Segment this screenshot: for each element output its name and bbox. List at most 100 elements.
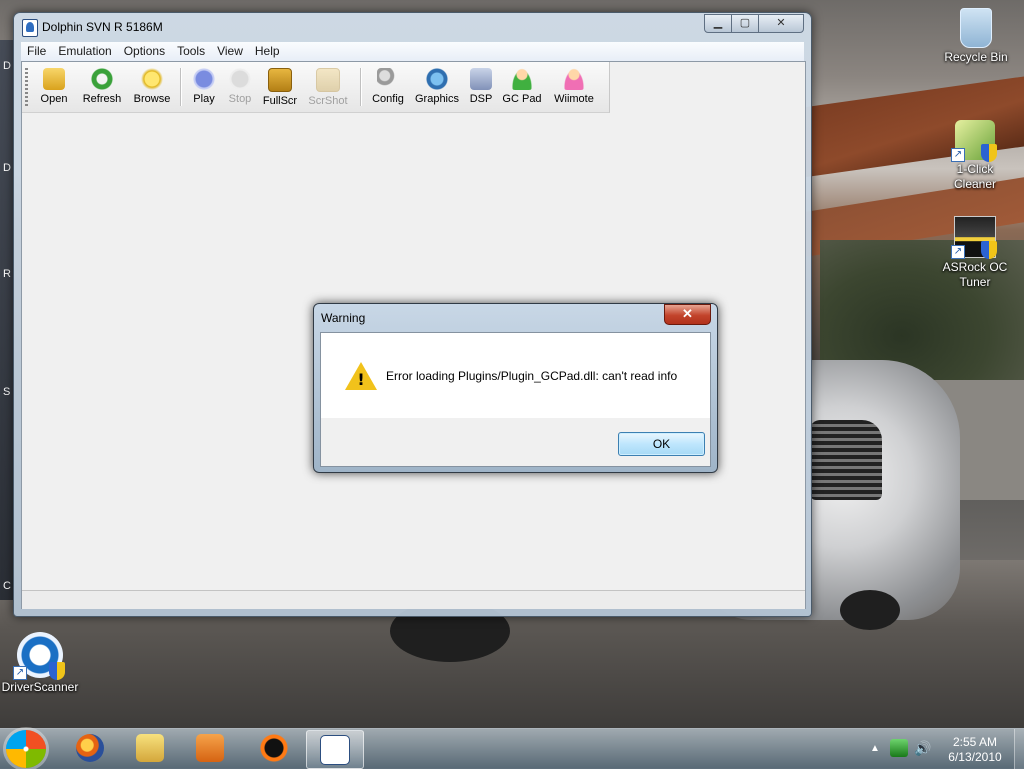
taskbar-firefox[interactable]: [62, 730, 118, 767]
edge-letter: S: [3, 386, 11, 398]
desktop-icon-asrock-oc-tuner[interactable]: ↗ ASRock OC Tuner: [935, 216, 1015, 290]
minimize-button[interactable]: ▁: [704, 14, 732, 33]
background-window-edge: D D R S C: [0, 40, 13, 600]
menu-view[interactable]: View: [211, 42, 249, 60]
toolbar-dsp-button[interactable]: DSP: [466, 68, 496, 105]
toolbar: Open Refresh Browse Play Stop FullScr Sc…: [22, 62, 610, 113]
screenshot-icon: [316, 68, 340, 92]
taskbar-half-life[interactable]: [246, 730, 302, 767]
volume-tray-icon[interactable]: 🔊: [914, 739, 932, 757]
toolbar-label: Refresh: [82, 93, 122, 105]
toolbar-grip[interactable]: [25, 68, 28, 106]
menu-file[interactable]: File: [21, 42, 52, 60]
warning-exclamation: !: [357, 370, 365, 389]
fullscreen-icon: [268, 68, 292, 92]
wallpaper-car-grille: [810, 420, 882, 500]
toolbar-separator: [180, 68, 182, 106]
desktop-icon-recycle-bin[interactable]: Recycle Bin: [936, 8, 1016, 65]
tray-show-hidden-button[interactable]: ▲: [870, 743, 880, 754]
menu-help[interactable]: Help: [249, 42, 286, 60]
desktop-icon-label: DriverScanner: [1, 680, 79, 694]
dialog-close-button[interactable]: ✕: [664, 304, 711, 325]
toolbar-label: FullScr: [262, 95, 298, 107]
graphics-icon: [426, 68, 448, 90]
edge-letter: D: [3, 162, 11, 174]
toolbar-label: Browse: [133, 93, 171, 105]
dolphin-app-icon[interactable]: [22, 19, 38, 37]
warning-dialog[interactable]: Warning ✕ ! Error loading Plugins/Plugin…: [313, 303, 718, 473]
recycle-bin-icon: [960, 8, 992, 48]
ok-button[interactable]: OK: [618, 432, 705, 456]
taskbar-media-player[interactable]: [182, 730, 238, 767]
stop-icon: [229, 68, 251, 90]
play-icon: [193, 68, 215, 90]
toolbar-label: GC Pad: [502, 93, 542, 105]
half-life-icon: [260, 734, 288, 762]
toolbar-gc-pad-button[interactable]: GC Pad: [502, 68, 542, 105]
desktop-icon-1-click-cleaner[interactable]: ↗ 1-Click Cleaner: [935, 120, 1015, 192]
uac-shield-icon: [981, 241, 997, 259]
dialog-body: ! Error loading Plugins/Plugin_GCPad.dll…: [320, 332, 711, 467]
maximize-button[interactable]: ▢: [731, 14, 759, 33]
toolbar-scrshot-button[interactable]: ScrShot: [306, 68, 350, 107]
status-bar: [22, 590, 805, 609]
star-icon: [141, 68, 163, 90]
clock-time: 2:55 AM: [952, 735, 998, 749]
toolbar-fullscr-button[interactable]: FullScr: [260, 68, 300, 107]
toolbar-label: Graphics: [414, 93, 460, 105]
edge-letter: R: [3, 268, 11, 280]
wrench-icon: [377, 68, 399, 90]
toolbar-label: Play: [193, 93, 215, 105]
taskbar-clock[interactable]: 2:55 AM 6/13/2010: [940, 735, 1010, 765]
desktop-icon-label: ASRock OC Tuner: [942, 260, 1008, 289]
dialog-title: Warning: [321, 311, 366, 325]
toolbar-config-button[interactable]: Config: [366, 68, 410, 105]
toolbar-play-button[interactable]: Play: [188, 68, 220, 105]
firefox-icon: [76, 734, 104, 762]
shortcut-arrow-icon: ↗: [951, 148, 965, 162]
toolbar-stop-button[interactable]: Stop: [224, 68, 256, 105]
window-titlebar[interactable]: Dolphin SVN R 5186M ▁ ▢ ✕: [14, 13, 811, 41]
toolbar-label: Stop: [228, 93, 252, 105]
taskbar-explorer[interactable]: [122, 730, 178, 767]
asrock-icon: ↗: [951, 216, 997, 259]
edge-letter: C: [3, 580, 11, 592]
shortcut-arrow-icon: ↗: [13, 666, 27, 680]
dialog-message: Error loading Plugins/Plugin_GCPad.dll: …: [386, 369, 678, 383]
refresh-icon: [91, 68, 113, 90]
start-button[interactable]: [6, 730, 46, 768]
dialog-message-area: ! Error loading Plugins/Plugin_GCPad.dll…: [321, 333, 710, 418]
menu-emulation[interactable]: Emulation: [52, 42, 117, 60]
toolbar-label: DSP: [469, 93, 493, 105]
toolbar-refresh-button[interactable]: Refresh: [80, 68, 124, 105]
desktop-icon-driverscanner[interactable]: ↗ DriverScanner: [0, 632, 80, 695]
gc-pad-icon: [511, 68, 533, 90]
shortcut-arrow-icon: ↗: [951, 245, 965, 259]
menu-tools[interactable]: Tools: [171, 42, 211, 60]
toolbar-graphics-button[interactable]: Graphics: [414, 68, 460, 105]
wallpaper-tire-right: [840, 590, 900, 630]
dolphin-icon: [320, 735, 350, 765]
uac-shield-icon: [981, 144, 997, 162]
network-tray-icon[interactable]: [890, 739, 908, 757]
clock-date: 6/13/2010: [948, 750, 1002, 764]
folder-open-icon: [43, 68, 65, 90]
toolbar-wiimote-button[interactable]: Wiimote: [550, 68, 598, 105]
toolbar-browse-button[interactable]: Browse: [130, 68, 174, 105]
close-button[interactable]: ✕: [758, 14, 804, 33]
wiimote-icon: [563, 68, 585, 90]
uac-shield-icon: [49, 662, 65, 680]
window-title: Dolphin SVN R 5186M: [42, 20, 163, 34]
edge-letter: D: [3, 60, 11, 72]
show-desktop-button[interactable]: [1014, 729, 1024, 769]
speaker-icon: [470, 68, 492, 90]
toolbar-label: Config: [372, 93, 404, 105]
taskbar-dolphin[interactable]: [306, 730, 364, 769]
toolbar-label: Wiimote: [554, 93, 594, 105]
desktop-icon-label: 1-Click Cleaner: [953, 162, 997, 191]
toolbar-open-button[interactable]: Open: [36, 68, 72, 105]
folder-icon: [136, 734, 164, 762]
menu-options[interactable]: Options: [118, 42, 171, 60]
cleaner-icon: ↗: [951, 120, 997, 162]
toolbar-label: Open: [40, 93, 68, 105]
